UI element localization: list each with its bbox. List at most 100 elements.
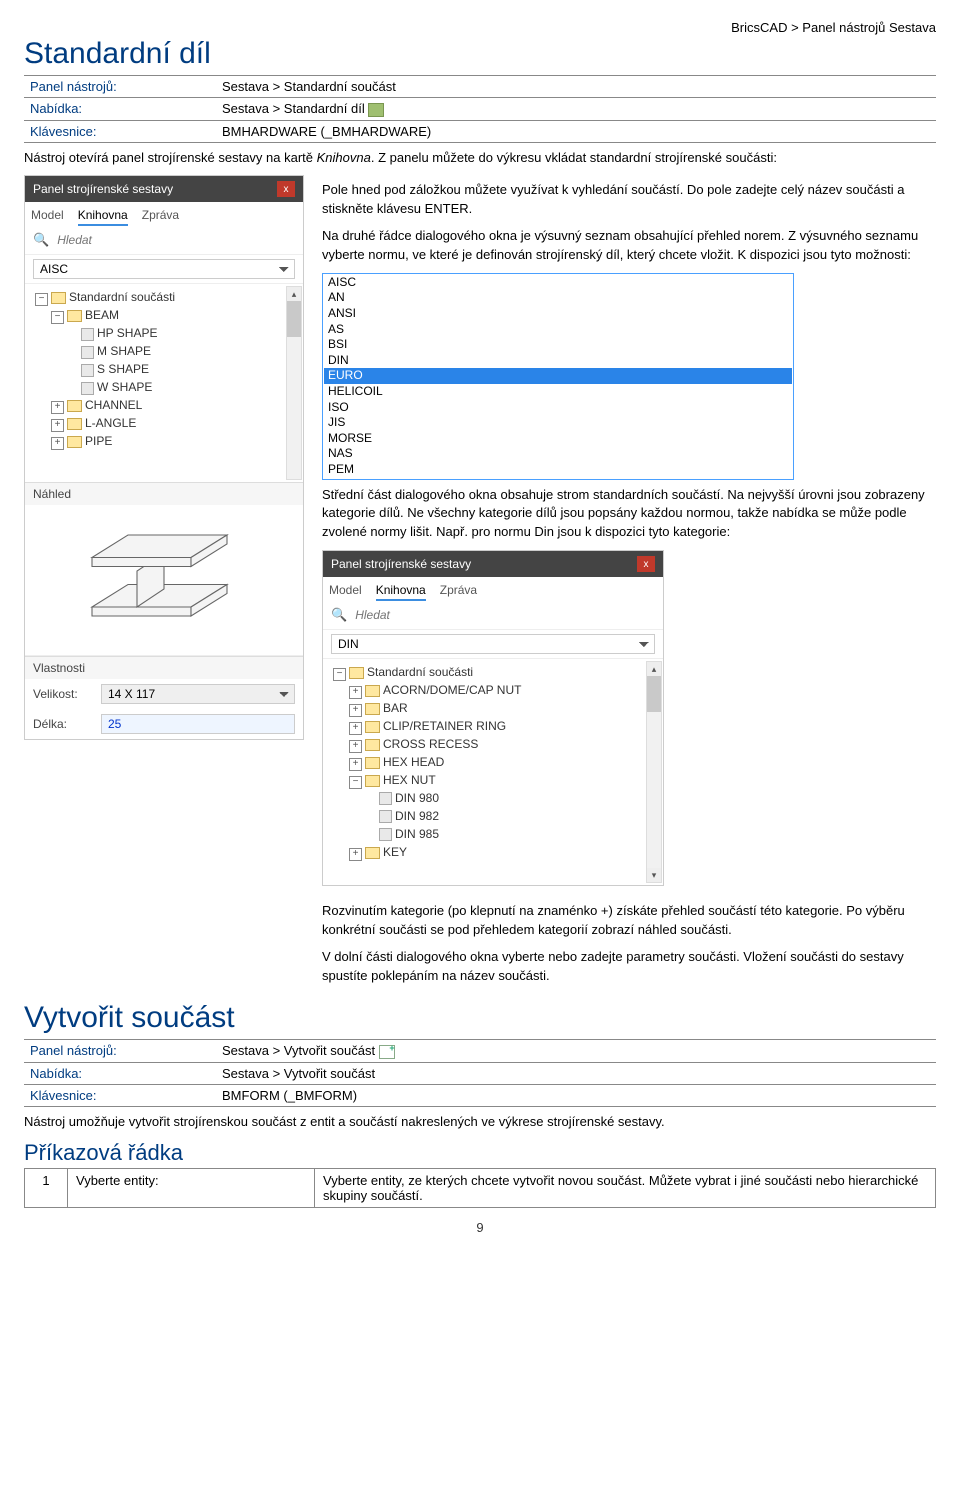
expand-icon[interactable]: + — [349, 740, 362, 753]
assembly-panel-1: Panel strojírenské sestavy x Model Kniho… — [24, 175, 304, 740]
tree-scrollbar[interactable]: ▴ — [286, 286, 302, 480]
label-toolbar: Panel nástrojů: — [24, 1040, 216, 1063]
tab-library[interactable]: Knihovna — [376, 581, 426, 601]
heading-create-part: Vytvořit součást — [24, 1001, 936, 1035]
list-item[interactable]: ISO — [324, 400, 792, 416]
value-keyboard: BMFORM (_BMFORM) — [216, 1084, 936, 1106]
list-item[interactable]: NAS — [324, 446, 792, 462]
para-params: V dolní části dialogového okna vyberte n… — [322, 948, 936, 986]
list-item[interactable]: ANSI — [324, 306, 792, 322]
parts-tree[interactable]: ▴ −Standardní součásti +ACORN/DOME/CAP N… — [323, 659, 663, 885]
parts-tree[interactable]: ▴ −Standardní součásti −BEAM HP SHAPE M … — [25, 284, 303, 482]
panel-tabs: Model Knihovna Zpráva — [25, 202, 303, 226]
folder-icon — [365, 757, 380, 769]
list-item[interactable]: DIN — [324, 353, 792, 369]
length-input[interactable] — [101, 714, 295, 734]
heading-standard-part: Standardní díl — [24, 37, 936, 71]
norm-select[interactable]: DIN — [331, 634, 655, 654]
label-menu: Nabídka: — [24, 1062, 216, 1084]
expand-icon[interactable]: + — [51, 401, 64, 414]
breadcrumb: BricsCAD > Panel nástrojů Sestava — [24, 20, 936, 35]
para-norms: Na druhé řádce dialogového okna je výsuv… — [322, 227, 936, 265]
folder-icon — [365, 847, 380, 859]
expand-icon[interactable]: + — [349, 848, 362, 861]
value-toolbar: Sestava > Vytvořit součást — [216, 1040, 936, 1063]
folder-icon — [51, 292, 66, 304]
tab-report[interactable]: Zpráva — [440, 581, 477, 601]
panel-tabs: Model Knihovna Zpráva — [323, 577, 663, 601]
create-part-icon — [379, 1045, 395, 1059]
insert-icon — [368, 103, 384, 117]
list-item[interactable]: PEM — [324, 462, 792, 478]
folder-icon — [349, 667, 364, 679]
folder-icon — [67, 310, 82, 322]
norm-listbox[interactable]: AISC AN ANSI AS BSI DIN EURO HELICOIL IS… — [322, 273, 794, 480]
list-item[interactable]: HELICOIL — [324, 384, 792, 400]
intro-text: Nástroj otevírá panel strojírenské sesta… — [24, 149, 936, 168]
prop-length-label: Délka: — [33, 717, 93, 731]
list-item[interactable]: JIS — [324, 415, 792, 431]
expand-icon[interactable]: + — [349, 722, 362, 735]
folder-icon — [365, 685, 380, 697]
panel-titlebar: Panel strojírenské sestavy x — [25, 176, 303, 202]
tab-model[interactable]: Model — [329, 581, 362, 601]
assembly-panel-2: Panel strojírenské sestavy x Model Kniho… — [322, 550, 664, 886]
search-icon: 🔍 — [33, 232, 49, 248]
part-icon — [81, 328, 94, 341]
search-input[interactable] — [55, 232, 295, 248]
preview-label: Náhled — [25, 482, 303, 505]
value-toolbar: Sestava > Standardní součást — [216, 76, 936, 98]
label-keyboard: Klávesnice: — [24, 1084, 216, 1106]
norm-select[interactable]: AISC — [33, 259, 295, 279]
part-icon — [379, 792, 392, 805]
expand-icon[interactable]: − — [35, 293, 48, 306]
heading-cmdline: Příkazová řádka — [24, 1140, 936, 1166]
panel-title-text: Panel strojírenské sestavy — [331, 557, 471, 571]
panel-title-text: Panel strojírenské sestavy — [33, 182, 173, 196]
list-item[interactable]: AN — [324, 290, 792, 306]
cmd-step-num: 1 — [25, 1168, 68, 1207]
part-icon — [81, 346, 94, 359]
search-input[interactable] — [353, 607, 655, 623]
para-expand: Rozvinutím kategorie (po klepnutí na zna… — [322, 902, 936, 940]
i-beam-icon — [74, 520, 254, 640]
folder-icon — [67, 418, 82, 430]
value-menu: Sestava > Standardní díl — [216, 98, 936, 121]
close-icon[interactable]: x — [637, 556, 655, 572]
tab-library[interactable]: Knihovna — [78, 206, 128, 226]
label-keyboard: Klávesnice: — [24, 120, 216, 142]
folder-icon — [365, 739, 380, 751]
list-item[interactable]: BSI — [324, 337, 792, 353]
para-search: Pole hned pod záložkou můžete využívat k… — [322, 181, 936, 219]
list-item-selected[interactable]: EURO — [324, 368, 792, 384]
tab-model[interactable]: Model — [31, 206, 64, 226]
search-icon: 🔍 — [331, 607, 347, 623]
expand-icon[interactable]: + — [349, 704, 362, 717]
expand-icon[interactable]: + — [51, 419, 64, 432]
list-item[interactable]: AISC — [324, 275, 792, 291]
tree-scrollbar[interactable]: ▴ ▾ — [646, 661, 662, 883]
cmd-step-desc: Vyberte entity, ze kterých chcete vytvoř… — [315, 1168, 936, 1207]
expand-icon[interactable]: + — [51, 437, 64, 450]
part-icon — [379, 810, 392, 823]
close-icon[interactable]: x — [277, 181, 295, 197]
expand-icon[interactable]: − — [333, 668, 346, 681]
expand-icon[interactable]: − — [349, 776, 362, 789]
label-toolbar: Panel nástrojů: — [24, 76, 216, 98]
part-icon — [379, 828, 392, 841]
size-select[interactable]: 14 X 117 — [101, 684, 295, 704]
preview-pane — [25, 505, 303, 656]
expand-icon[interactable]: + — [349, 758, 362, 771]
panel-titlebar: Panel strojírenské sestavy x — [323, 551, 663, 577]
list-item[interactable]: MORSE — [324, 431, 792, 447]
part-icon — [81, 364, 94, 377]
list-item[interactable]: AS — [324, 322, 792, 338]
create-desc: Nástroj umožňuje vytvořit strojírenskou … — [24, 1113, 936, 1132]
tab-report[interactable]: Zpráva — [142, 206, 179, 226]
expand-icon[interactable]: − — [51, 311, 64, 324]
para-tree: Střední část dialogového okna obsahuje s… — [322, 486, 936, 543]
page-number: 9 — [24, 1220, 936, 1235]
value-menu: Sestava > Vytvořit součást — [216, 1062, 936, 1084]
folder-icon — [365, 721, 380, 733]
expand-icon[interactable]: + — [349, 686, 362, 699]
